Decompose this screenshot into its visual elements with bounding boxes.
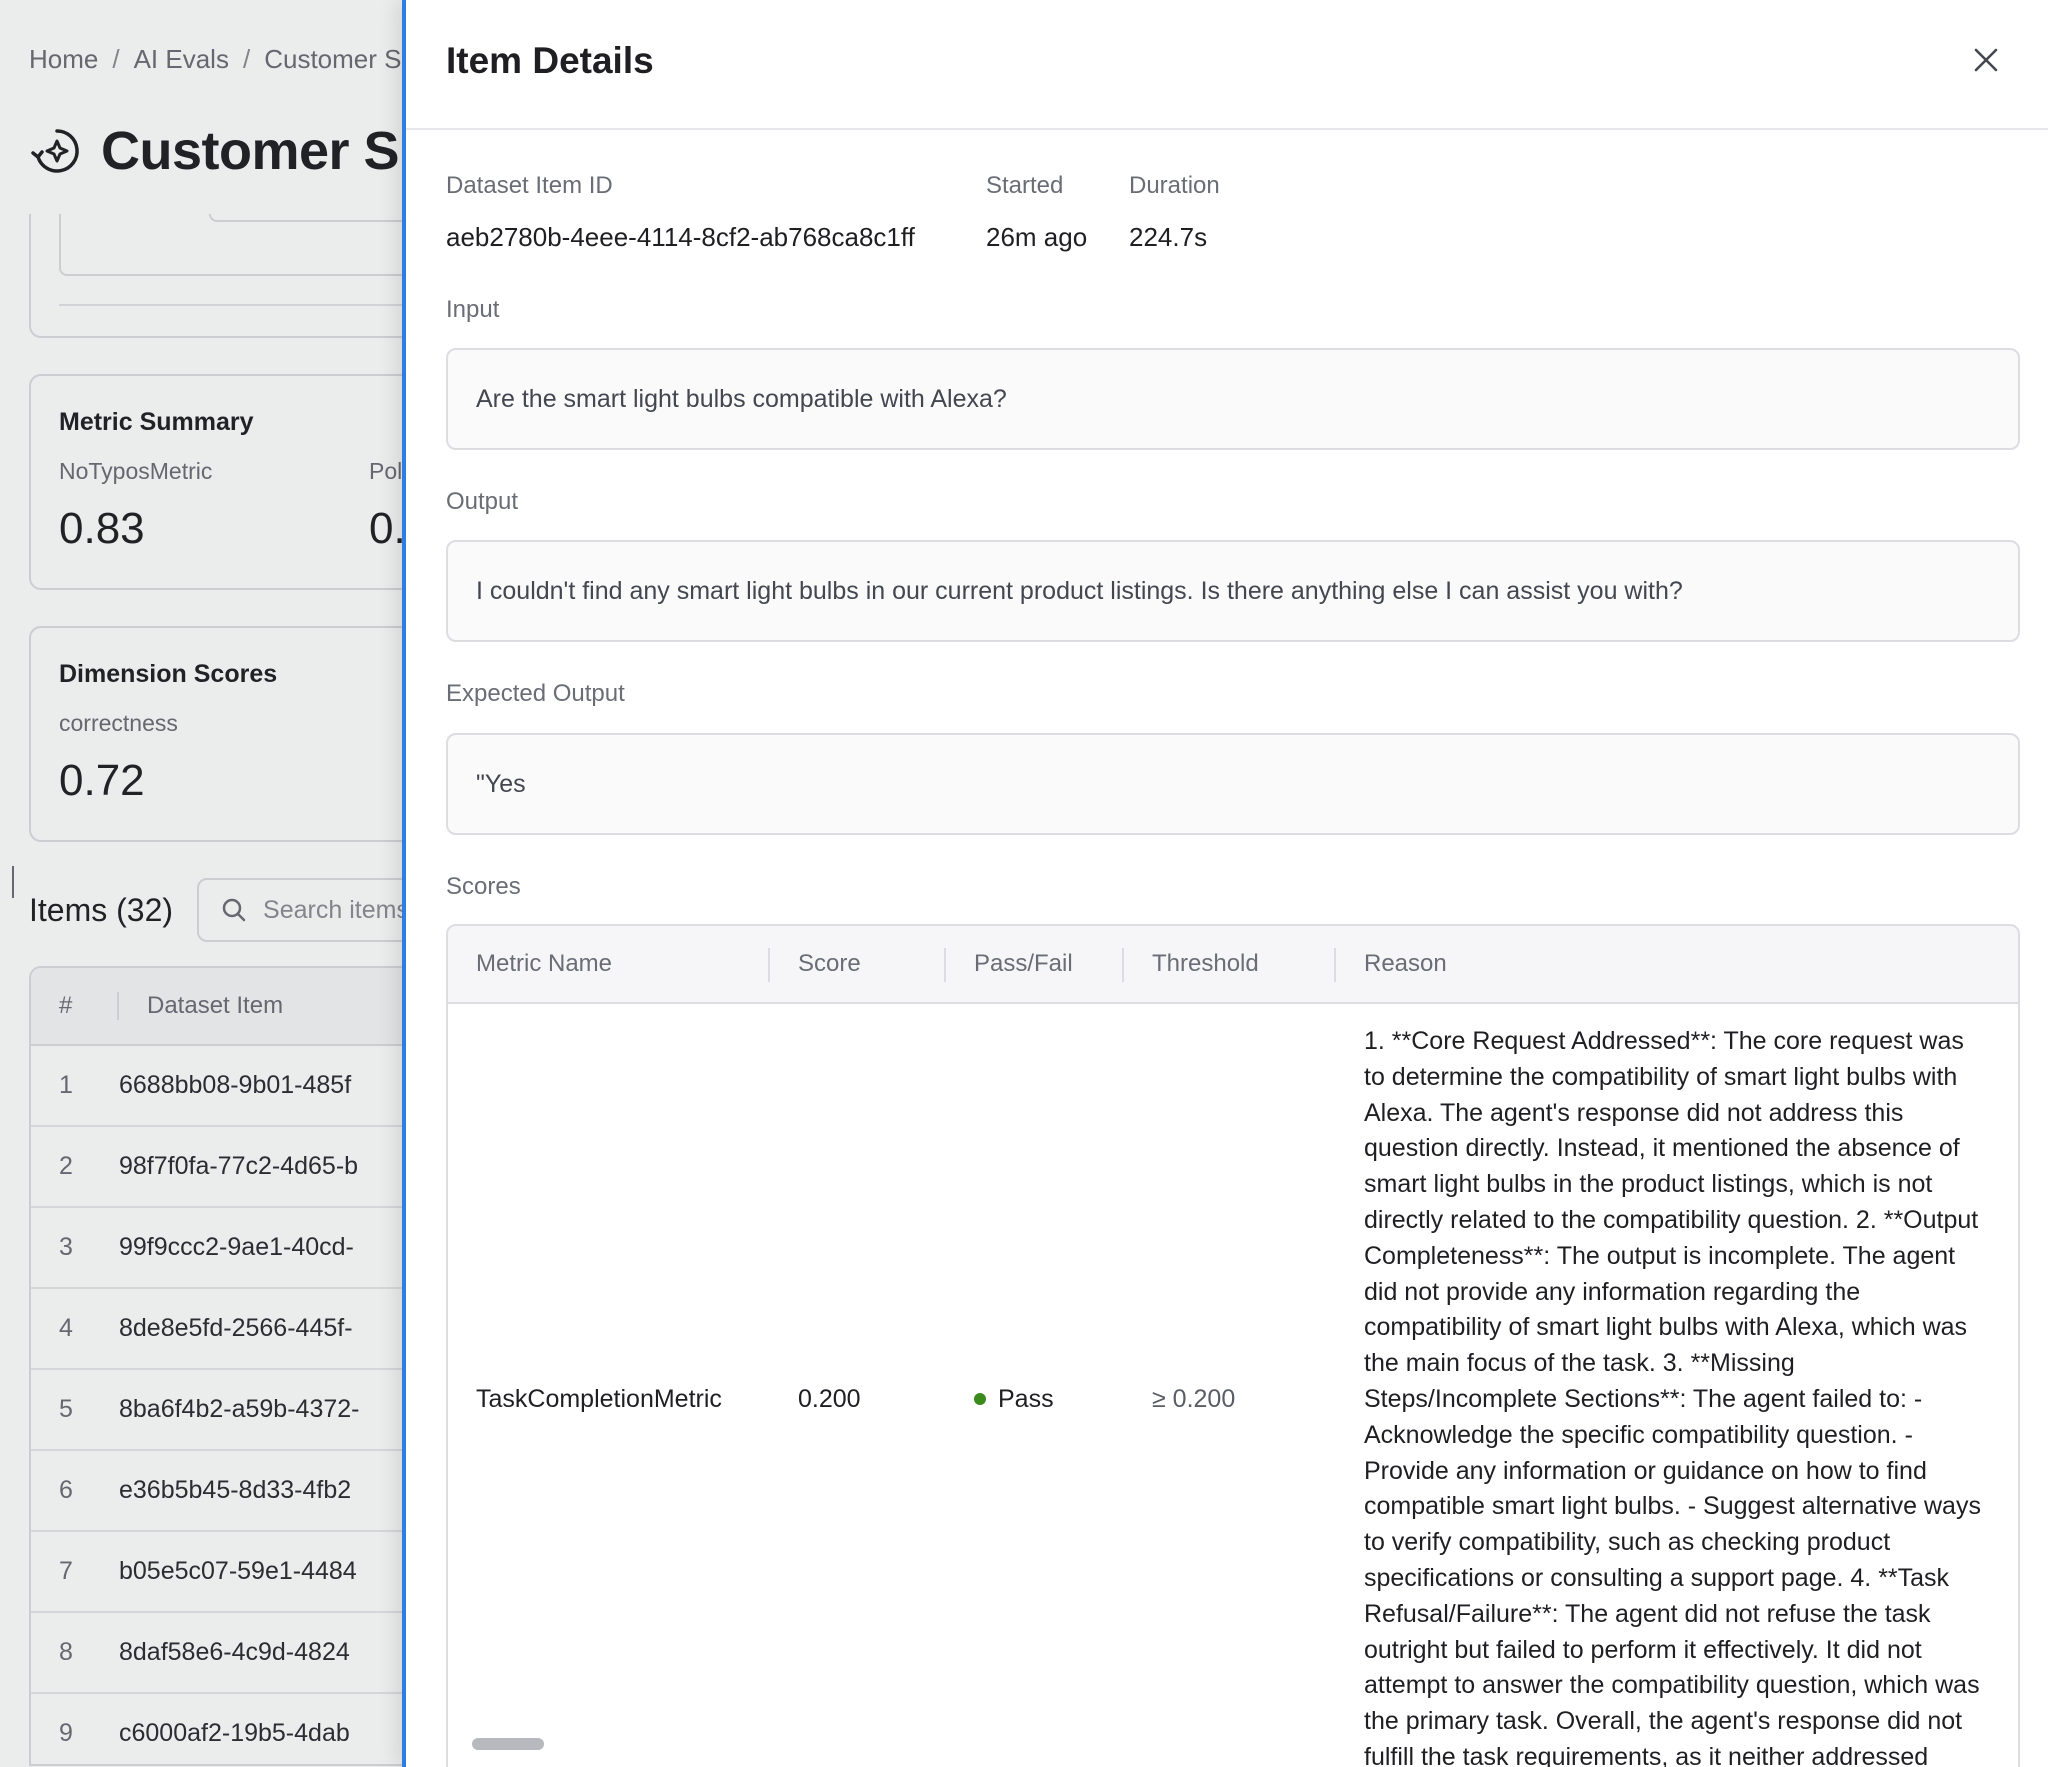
duration-value: 224.7s — [1129, 222, 1208, 252]
table-row[interactable]: 7 b05e5c07-59e1-4484 — [31, 1532, 447, 1613]
table-row[interactable]: 8 8daf58e6-4c9d-4824 — [31, 1613, 447, 1694]
metric-summary-title: Metric Summary — [59, 408, 254, 436]
row-dataset-item: 8de8e5fd-2566-445f- — [119, 1314, 353, 1342]
table-row[interactable]: 4 8de8e5fd-2566-445f- — [31, 1289, 447, 1370]
page-title-row: Customer Sup — [29, 120, 465, 182]
input-box: Are the smart light bulbs compatible wit… — [446, 348, 2020, 450]
table-row[interactable]: 3 99f9ccc2-9ae1-40cd- — [31, 1208, 447, 1289]
expected-output-label: Expected Output — [446, 680, 625, 707]
output-label: Output — [446, 488, 519, 515]
close-icon — [1974, 48, 1998, 72]
dimension-label: correctness — [59, 710, 178, 736]
table-row[interactable]: 9 c6000af2-19b5-4dab — [31, 1694, 447, 1764]
dimension-scores-card: Dimension Scores correctness 0.72 — [29, 626, 449, 842]
row-dataset-item: 99f9ccc2-9ae1-40cd- — [119, 1233, 354, 1261]
row-index: 9 — [59, 1719, 73, 1747]
search-icon — [222, 898, 246, 922]
row-dataset-item: c6000af2-19b5-4dab — [119, 1719, 350, 1747]
table-row[interactable]: 5 8ba6f4b2-a59b-4372- — [31, 1370, 447, 1451]
items-table: # Dataset Item 1 6688bb08-9b01-485f 2 98f7… — [29, 966, 449, 1766]
score-reason: 1. **Core Request Addressed**: The core … — [1364, 1027, 1981, 1767]
table-row: TaskCompletionMetric 0.200 Pass ≥ 0.200 … — [448, 1004, 2018, 1767]
drawer-header: Item Details — [406, 0, 2048, 130]
row-dataset-item: b05e5c07-59e1-4484 — [119, 1557, 357, 1585]
item-details-drawer: Item Details Dataset Item ID aeb2780b-4e… — [402, 0, 2048, 1767]
table-row[interactable]: 1 6688bb08-9b01-485f — [31, 1046, 447, 1127]
resize-handle[interactable] — [12, 866, 14, 898]
config-inner-box — [59, 214, 459, 276]
column-header-score[interactable]: Score — [770, 926, 946, 1002]
close-button[interactable] — [1970, 44, 2002, 76]
scores-table-header: Metric Name Score Pass/Fail Threshold Re… — [448, 926, 2018, 1004]
scores-label: Scores — [446, 873, 521, 900]
row-index: 5 — [59, 1395, 73, 1423]
dimension-scores-title: Dimension Scores — [59, 660, 278, 688]
score-metric-name: TaskCompletionMetric — [476, 1384, 722, 1413]
row-dataset-item: 98f7f0fa-77c2-4d65-b — [119, 1152, 359, 1180]
column-header-pass-fail[interactable]: Pass/Fail — [946, 926, 1124, 1002]
breadcrumb-current[interactable]: Customer S — [264, 44, 401, 74]
score-threshold: ≥ 0.200 — [1152, 1384, 1236, 1413]
dataset-item-id-value: aeb2780b-4eee-4114-8cf2-ab768ca8c1ff — [446, 222, 915, 252]
metric-value: 0.83 — [59, 504, 145, 553]
row-index: 4 — [59, 1314, 73, 1342]
row-dataset-item: 6688bb08-9b01-485f — [119, 1071, 352, 1099]
row-index: 3 — [59, 1233, 73, 1261]
metric-label: Pol — [369, 458, 403, 484]
row-index: 8 — [59, 1638, 73, 1666]
row-index: 1 — [59, 1071, 73, 1099]
row-index: 7 — [59, 1557, 73, 1585]
output-box: I couldn't find any smart light bulbs in… — [446, 540, 2020, 642]
breadcrumb-home[interactable]: Home — [29, 44, 98, 74]
pass-fail-badge: Pass — [946, 1004, 1124, 1767]
expected-output-box: "Yes — [446, 733, 2020, 835]
config-card — [29, 214, 509, 338]
column-header-reason[interactable]: Reason — [1336, 926, 2018, 1002]
table-row[interactable]: 6 e36b5b45-8d33-4fb2 — [31, 1451, 447, 1532]
row-dataset-item: 8ba6f4b2-a59b-4372- — [119, 1395, 360, 1423]
column-header-index[interactable]: # — [31, 992, 119, 1020]
pass-fail-text: Pass — [998, 1384, 1054, 1413]
eval-sparkle-icon — [31, 129, 79, 173]
divider — [59, 304, 459, 306]
score-value: 0.200 — [798, 1384, 861, 1413]
pass-status-dot-icon — [974, 1393, 986, 1405]
row-index: 6 — [59, 1476, 73, 1504]
breadcrumb: Home / AI Evals / Customer S — [29, 44, 402, 74]
metric-summary-card: Metric Summary NoTyposMetric 0.83 Pol 0.… — [29, 374, 449, 590]
input-label: Input — [446, 296, 500, 323]
drawer-title: Item Details — [446, 40, 654, 81]
row-index: 2 — [59, 1152, 73, 1180]
column-header-threshold[interactable]: Threshold — [1124, 926, 1336, 1002]
metric-label: NoTyposMetric — [59, 458, 213, 484]
started-value: 26m ago — [986, 222, 1088, 252]
table-row[interactable]: 2 98f7f0fa-77c2-4d65-b — [31, 1127, 447, 1208]
started-label: Started — [986, 172, 1064, 199]
row-dataset-item: 8daf58e6-4c9d-4824 — [119, 1638, 350, 1666]
dataset-item-id-label: Dataset Item ID — [446, 172, 613, 199]
breadcrumb-ai-evals[interactable]: AI Evals — [134, 44, 229, 74]
dimension-value: 0.72 — [59, 756, 145, 805]
row-dataset-item: e36b5b45-8d33-4fb2 — [119, 1476, 352, 1504]
items-table-header: # Dataset Item — [31, 968, 447, 1046]
column-header-dataset-item[interactable]: Dataset Item — [119, 992, 283, 1020]
horizontal-scrollbar[interactable] — [472, 1738, 544, 1750]
scores-table: Metric Name Score Pass/Fail Threshold Re… — [446, 924, 2020, 1767]
items-title: Items (32) — [29, 891, 174, 928]
column-header-metric-name[interactable]: Metric Name — [448, 926, 770, 1002]
duration-label: Duration — [1129, 172, 1220, 199]
